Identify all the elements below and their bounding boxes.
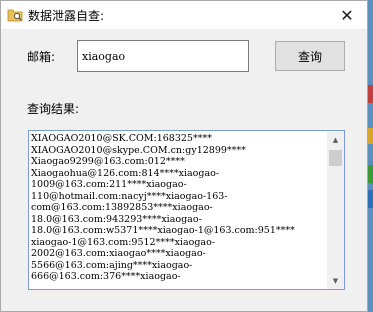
- email-field[interactable]: [77, 40, 249, 72]
- background-strip-blue: [368, 190, 373, 208]
- result-line: 110@hotmail.com:nacyj****xiaogao-163-: [31, 190, 228, 202]
- results-text: XIAOGAO2010@SK.COM:168325**** XIAOGAO201…: [31, 133, 329, 283]
- scroll-down-icon[interactable]: ▼: [327, 272, 344, 289]
- window-title: 数据泄露自查:: [28, 9, 105, 23]
- background-strip-red: [368, 85, 373, 103]
- result-line: 666@163.com:376****xiaogao-: [31, 271, 181, 282]
- results-textarea[interactable]: XIAOGAO2010@SK.COM:168325**** XIAOGAO201…: [28, 130, 345, 290]
- title-bar: 数据泄露自查: ✕: [1, 1, 367, 29]
- result-line: XIAOGAO2010@SK.COM:168325****: [31, 133, 212, 144]
- results-label: 查询结果:: [27, 102, 80, 116]
- result-line: 5566@163.com:ajing****xiaogao-: [31, 259, 193, 271]
- result-line: 2002@163.com:xiaogao****xiaogao-: [31, 248, 206, 259]
- background-strip-yellow: [368, 128, 373, 144]
- result-line: 18.0@163.com:943293****xiaogao-: [31, 213, 202, 225]
- result-line: 18.0@163.com:w5371****xiaogao-1@163.com:…: [31, 225, 295, 236]
- scroll-up-icon[interactable]: ▲: [327, 131, 344, 148]
- query-button[interactable]: 查询: [275, 41, 345, 71]
- result-line: 1009@163.com:211****xiaogao-: [31, 179, 187, 190]
- scrollbar-thumb[interactable]: [329, 150, 342, 166]
- result-line: Xiaogao9299@163.com:012****: [31, 156, 185, 167]
- result-line: com@163.com:13892853****xiaogao-: [31, 202, 213, 213]
- email-label: 邮箱:: [27, 50, 56, 64]
- result-line: xiaogao-1@163.com:9512****xiaogao-: [31, 236, 216, 248]
- result-line: XIAOGAO2010@skype.COM.cn:gy12899****: [31, 144, 246, 156]
- close-icon: ✕: [340, 5, 354, 25]
- folder-search-icon: [7, 9, 23, 22]
- vertical-scrollbar[interactable]: ▲ ▼: [327, 131, 344, 289]
- app-window: 数据泄露自查: ✕ 邮箱: 查询 查询结果: XIAOGAO2010@SK.CO…: [0, 0, 368, 312]
- close-button[interactable]: ✕: [327, 1, 367, 29]
- result-line: Xiaogaohua@126.com:814****xiaogao-: [31, 167, 220, 179]
- background-strip-green: [368, 165, 373, 183]
